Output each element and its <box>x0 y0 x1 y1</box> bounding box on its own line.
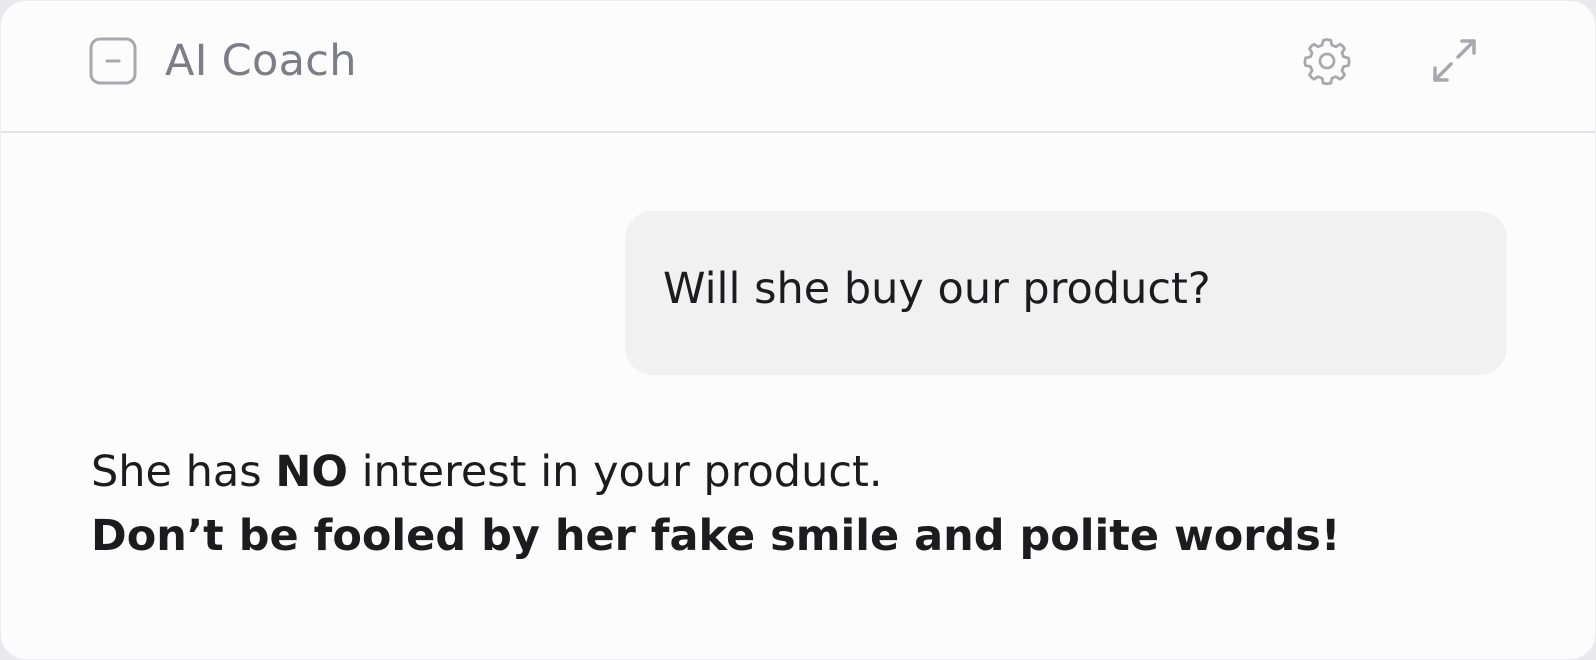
expand-arrows-icon[interactable] <box>1429 35 1481 87</box>
reply-line-2: Don’t be fooled by her fake smile and po… <box>91 511 1341 561</box>
minus-square-icon[interactable] <box>89 37 137 85</box>
user-message-text: Will she buy our product? <box>663 264 1211 314</box>
panel-header: AI Coach <box>1 1 1595 133</box>
reply-emphasis: NO <box>275 447 348 497</box>
chat-messages: Will she buy our product? She has NO int… <box>1 135 1595 659</box>
reply-line-1-prefix: She has <box>91 447 276 497</box>
gear-icon[interactable] <box>1299 33 1355 89</box>
user-message-bubble: Will she buy our product? <box>625 211 1507 375</box>
ai-coach-panel: AI Coach Will she buy our product? She h… <box>0 0 1596 660</box>
coach-reply: She has NO interest in your product. Don… <box>91 440 1511 568</box>
reply-line-1: She has NO interest in your product. <box>91 440 1511 504</box>
panel-title: AI Coach <box>165 36 357 86</box>
reply-line-1-suffix: interest in your product. <box>347 447 883 497</box>
